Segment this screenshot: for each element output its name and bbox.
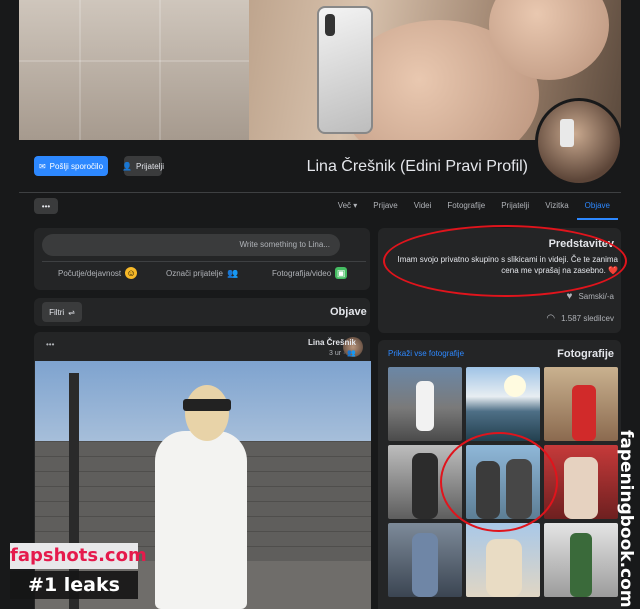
more-options-button[interactable]: ••• [34,198,58,214]
send-message-label: Pošlji sporočilo [49,161,104,171]
photo-thumbnail[interactable] [388,523,462,597]
tab-prijave[interactable]: Prijave [365,194,405,220]
post-meta[interactable]: 3 ur · 👥 [329,349,356,357]
intro-followers: ◠ 1.587 sledilcev [546,313,614,324]
heart-icon: ♥ [566,291,573,302]
messenger-icon: ✉ [38,161,46,171]
friends-button-label: Prijatelji [135,161,164,171]
profile-name: Lina Črešnik (Edini Pravi Profil) [306,158,528,175]
post-author[interactable]: Lina Črešnik [308,338,356,347]
filter-button[interactable]: Filtri ⇌ [42,302,82,322]
watermark-tag: #1 leaks [10,571,138,599]
tag-friends-icon: 👥 [227,268,239,278]
follow-icon: ◠ [546,313,556,324]
post-more-button[interactable]: ••• [46,340,54,349]
photo-thumbnail[interactable] [388,367,462,441]
photo-video-action[interactable]: Fotografija/video ▣ [272,267,348,279]
photo-thumbnail[interactable] [466,367,540,441]
friends-icon: 👤 [122,161,132,171]
tab-fotografije[interactable]: Fotografije [439,194,493,220]
feeling-action[interactable]: Počutje/dejavnost ☺ [58,267,138,279]
avatar[interactable] [535,98,623,186]
feeling-icon: ☺ [125,267,138,279]
photos-title: Fotografije [557,348,614,360]
friends-button[interactable]: 👤 Prijatelji [122,156,164,176]
tab-more[interactable]: Več ▾ [330,194,366,220]
watermark-side: fapeningbook.com [616,430,636,608]
photo-thumbnail[interactable] [544,523,618,597]
tab-videi[interactable]: Videi [406,194,440,220]
posts-title: Objave [330,306,367,318]
cover-photo[interactable] [19,0,621,140]
profile-divider [19,192,621,193]
filter-icon: ⇌ [68,307,75,317]
intro-relationship: ♥ Samski/-a [567,291,615,302]
watermark-site: fapshots.com [10,543,147,569]
composer-divider [42,261,366,262]
photo-thumbnail[interactable] [466,523,540,597]
tab-prijatelji[interactable]: Prijatelji [493,194,537,220]
followers-text[interactable]: 1.587 sledilcev [561,314,614,323]
send-message-button[interactable]: ✉ Pošlji sporočilo [34,156,108,176]
highlight-ellipse-intro [383,225,627,297]
action-label: Označi prijatelje [166,268,223,278]
filter-label: Filtri [49,307,65,317]
tab-objave[interactable]: Objave [576,194,618,220]
photo-icon: ▣ [335,267,348,279]
action-label: Počutje/dejavnost [58,268,122,278]
tag-friends-action[interactable]: Označi prijatelje 👥 [166,267,239,279]
phone-in-photo [317,6,373,134]
photo-thumbnail[interactable] [544,367,618,441]
see-all-photos-link[interactable]: Prikaži vse fotografije [388,349,464,358]
action-label: Fotografija/video [272,268,332,278]
cover-background [19,0,249,140]
profile-tabs: Objave Vizitka Prijatelji Fotografije Vi… [330,194,618,220]
posts-header-panel [34,298,370,326]
tab-vizitka[interactable]: Vizitka [537,194,576,220]
highlight-ellipse-photo [440,432,558,532]
composer-input[interactable]: Write something to Lina... [42,234,340,256]
relationship-text: Samski/-a [578,292,614,301]
